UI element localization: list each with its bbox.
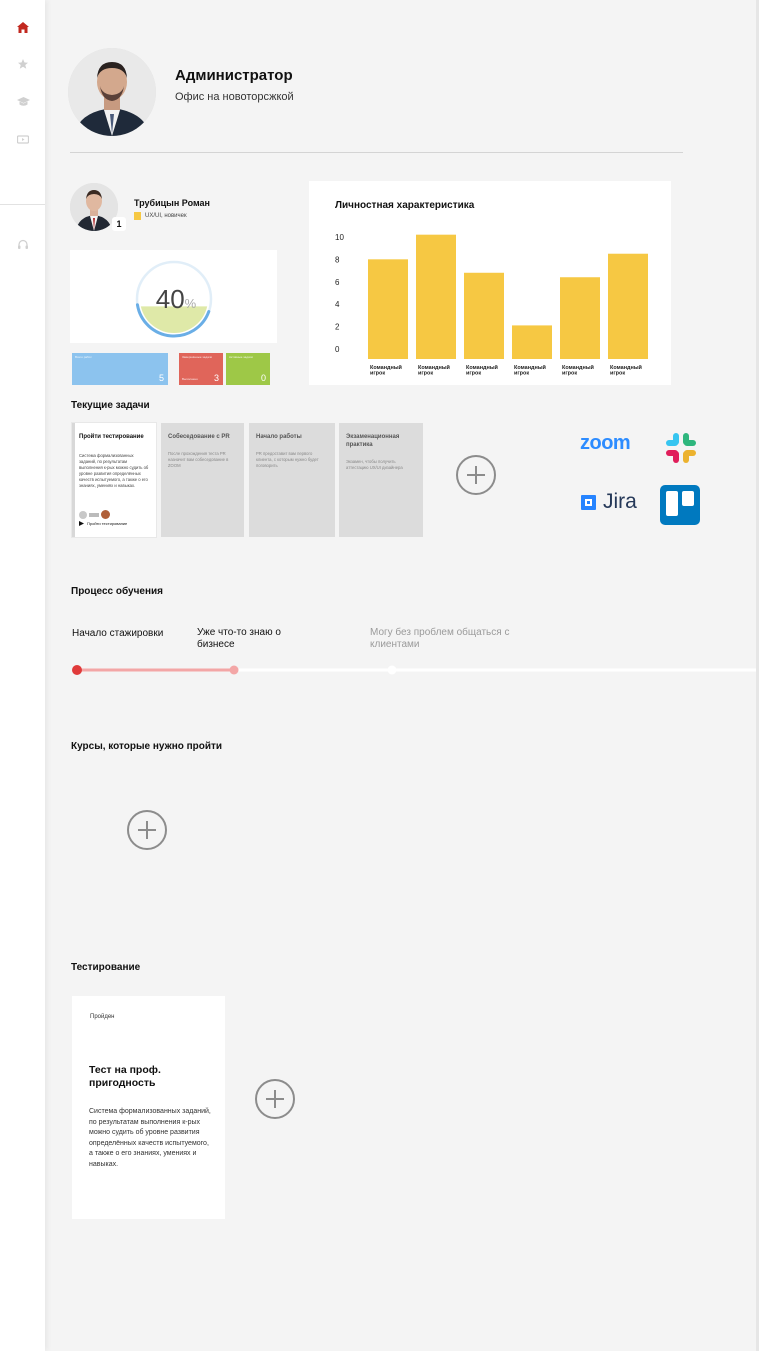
progress-value: 40% [150, 284, 202, 315]
add-course-button[interactable] [127, 810, 167, 850]
jira-icon [581, 494, 596, 510]
x-tick-label: игрок [562, 371, 577, 377]
testing-title: Тестирование [71, 962, 141, 973]
progress-unit: % [184, 296, 197, 311]
y-tick-label: 2 [335, 323, 340, 332]
learning-title: Процесс обучения [71, 586, 163, 597]
admin-office: Офис на новоторсжкой [175, 91, 294, 103]
bar [560, 277, 600, 359]
task-card-start-work[interactable]: Начало работы PR предоставит вам первого… [249, 423, 335, 537]
stat-value: 0 [260, 373, 266, 383]
user-name: Трубицын Роман [134, 198, 210, 208]
stat-label: Активные задачи [229, 355, 253, 359]
video-icon[interactable] [15, 132, 31, 148]
x-tick-label: игрок [418, 371, 433, 377]
user-avatar[interactable] [70, 183, 118, 231]
header-divider [70, 152, 683, 153]
task-title: Собеседование с PR [168, 434, 230, 440]
bar [416, 234, 456, 359]
stat-sublabel: Выполнено [182, 377, 198, 381]
step-marker-locked[interactable] [387, 665, 397, 675]
avatar [79, 510, 87, 519]
sidebar [0, 0, 45, 1351]
graduation-cap-icon[interactable] [15, 94, 31, 110]
task-title: Пройти тестирование [79, 434, 144, 440]
task-title: Начало работы [256, 434, 302, 440]
step-marker-next[interactable] [229, 665, 239, 675]
step-marker-current[interactable] [72, 665, 82, 675]
slack-icon[interactable] [664, 431, 698, 465]
courses-title: Курсы, которые нужно пройти [71, 741, 223, 752]
task-card-testing[interactable]: Пройти тестирование Система формализован… [72, 423, 156, 537]
bar [608, 253, 648, 359]
sidebar-divider [0, 204, 45, 205]
step-label-clients: Могу без проблем общаться с клиентами [370, 627, 510, 650]
stat-value: 3 [213, 373, 219, 383]
task-desc: Система формализованных заданий, по резу… [79, 453, 149, 489]
task-desc: Экзамен, чтобы получить аттестацию UX/UI… [346, 459, 403, 471]
home-icon[interactable] [15, 19, 31, 35]
step-label-start: Начало стажировки [72, 628, 164, 639]
progress-number: 40 [155, 284, 185, 314]
bar-chart: 0246810КомандныйигрокКомандныйигрокКоман… [335, 233, 648, 377]
test-title: Тест на проф. пригодность [89, 1064, 161, 1089]
x-tick-label: игрок [370, 371, 385, 377]
start-test-label: Пройти тестирование [87, 521, 128, 526]
task-card-pr-interview[interactable]: Собеседование с PR После прохождения тес… [161, 423, 244, 537]
flag-icon [134, 212, 141, 220]
star-icon[interactable] [15, 56, 31, 72]
y-tick-label: 8 [335, 255, 340, 264]
start-test-link[interactable]: Пройти тестирование [79, 521, 127, 526]
trello-column [682, 491, 694, 506]
test-desc: Система формализованных заданий, по резу… [89, 1108, 211, 1168]
play-icon [79, 521, 84, 526]
learning-timeline [72, 665, 756, 675]
avatar [101, 510, 110, 519]
y-tick-label: 4 [335, 300, 340, 309]
headset-icon[interactable] [15, 237, 31, 253]
user-role-text: UX/UI, новичек [145, 213, 187, 219]
stat-label: Всего работ [75, 355, 92, 359]
test-status: Пройден [90, 1014, 115, 1020]
level-badge: 1 [112, 217, 126, 231]
admin-avatar[interactable] [68, 48, 156, 136]
x-tick-label: игрок [514, 371, 529, 377]
task-assignees [79, 510, 110, 519]
stat-tile-completed[interactable]: Завершённые задачи Выполнено 3 [179, 353, 223, 385]
tasks-title: Текущие задачи [71, 400, 150, 411]
jira-label: Jira [603, 490, 637, 513]
y-tick-label: 10 [335, 233, 344, 242]
task-title: Экзаменационная практика [346, 434, 400, 448]
task-desc: PR предоставит вам первого клиента, с ко… [256, 451, 319, 469]
step-label-business: Уже что-то знаю о бизнесе [197, 627, 281, 650]
bar [512, 325, 552, 359]
admin-name: Администратор [175, 67, 293, 84]
stat-label: Завершённые задачи [182, 355, 213, 359]
x-tick-label: игрок [466, 371, 481, 377]
bar [464, 272, 504, 359]
zoom-logo[interactable]: zoom [580, 432, 631, 455]
stat-value: 5 [158, 373, 164, 383]
y-tick-label: 6 [335, 278, 340, 287]
user-role: UX/UI, новичек [134, 212, 187, 220]
x-tick-label: игрок [610, 371, 625, 377]
assignee-name [89, 512, 99, 517]
jira-logo[interactable]: Jira [580, 490, 637, 514]
trello-icon[interactable] [660, 485, 700, 525]
stat-tile-active[interactable]: Активные задачи 0 [226, 353, 270, 385]
bar [368, 259, 408, 359]
add-test-button[interactable] [255, 1079, 295, 1119]
task-card-exam[interactable]: Экзаменационная практика Экзамен, чтобы … [339, 423, 423, 537]
stat-tile-total[interactable]: Всего работ 5 [72, 353, 168, 385]
add-task-button[interactable] [456, 455, 496, 495]
y-tick-label: 0 [335, 345, 340, 354]
trello-column [666, 491, 678, 516]
task-desc: После прохождения теста PR назначит вам … [168, 451, 229, 469]
